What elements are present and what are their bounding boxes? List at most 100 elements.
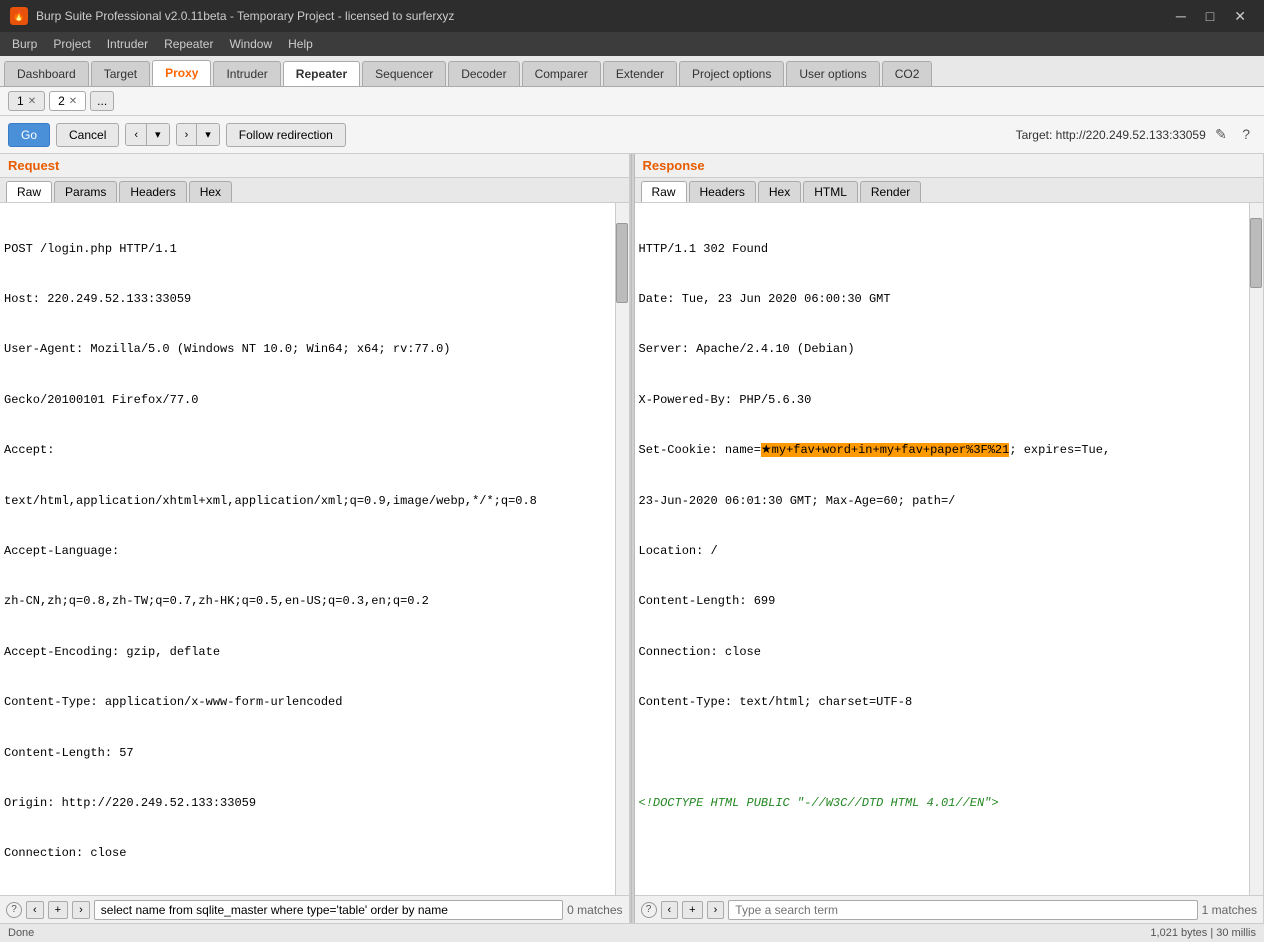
response-tab-raw[interactable]: Raw xyxy=(641,181,687,202)
cookie-highlight: ★my+fav+word+in+my+fav+paper%3F%21 xyxy=(761,443,1009,457)
request-scroll-thumb[interactable] xyxy=(616,223,628,303)
request-tab-bar: Raw Params Headers Hex xyxy=(0,178,629,203)
request-line-9: Accept-Encoding: gzip, deflate xyxy=(4,644,613,661)
response-search-next[interactable]: + xyxy=(682,901,702,919)
window-title: Burp Suite Professional v2.0.11beta - Te… xyxy=(36,9,454,23)
request-tab-params[interactable]: Params xyxy=(54,181,117,202)
response-search-prev[interactable]: ‹ xyxy=(661,901,679,919)
menu-intruder[interactable]: Intruder xyxy=(99,35,156,53)
repeater-tab-1-close[interactable]: ✕ xyxy=(28,96,36,107)
tab-sequencer[interactable]: Sequencer xyxy=(362,61,446,86)
target-help-button[interactable]: ? xyxy=(1236,122,1256,146)
request-search-forward[interactable]: › xyxy=(72,901,90,919)
back-button[interactable]: ‹ xyxy=(126,124,147,145)
menu-help[interactable]: Help xyxy=(280,35,321,53)
response-code[interactable]: HTTP/1.1 302 Found Date: Tue, 23 Jun 202… xyxy=(635,203,1264,895)
request-search-bar: ? ‹ + › 0 matches xyxy=(0,895,629,923)
response-tab-hex[interactable]: Hex xyxy=(758,181,801,202)
response-search-bar: ? ‹ + › 1 matches xyxy=(635,895,1264,923)
request-tab-raw[interactable]: Raw xyxy=(6,181,52,202)
resp-line-8: Content-Length: 699 xyxy=(639,593,1248,610)
back-nav-group: ‹ ▾ xyxy=(125,123,169,146)
tab-co2[interactable]: CO2 xyxy=(882,61,933,86)
tab-project-options[interactable]: Project options xyxy=(679,61,784,86)
resp-line-5: Set-Cookie: name=★my+fav+word+in+my+fav+… xyxy=(639,442,1248,459)
tab-dashboard[interactable]: Dashboard xyxy=(4,61,89,86)
back-dropdown-button[interactable]: ▾ xyxy=(147,124,169,145)
resp-line-4: X-Powered-By: PHP/5.6.30 xyxy=(639,392,1248,409)
request-title: Request xyxy=(0,154,629,178)
resp-line-1: HTTP/1.1 302 Found xyxy=(639,241,1248,258)
response-scrollbar[interactable] xyxy=(1249,203,1263,895)
tab-user-options[interactable]: User options xyxy=(786,61,879,86)
request-line-13: Connection: close xyxy=(4,845,613,862)
request-line-3: User-Agent: Mozilla/5.0 (Windows NT 10.0… xyxy=(4,341,613,358)
request-panel: Request Raw Params Headers Hex POST /log… xyxy=(0,154,631,923)
request-search-help-icon[interactable]: ? xyxy=(6,902,22,918)
request-search-input[interactable] xyxy=(94,900,563,920)
tab-proxy[interactable]: Proxy xyxy=(152,60,211,86)
forward-button[interactable]: › xyxy=(177,124,198,145)
response-content: HTTP/1.1 302 Found Date: Tue, 23 Jun 202… xyxy=(635,203,1264,895)
tab-extender[interactable]: Extender xyxy=(603,61,677,86)
repeater-tab-2-close[interactable]: ✕ xyxy=(69,96,77,107)
repeater-tab-bar: 1 ✕ 2 ✕ ... xyxy=(0,87,1264,116)
response-tab-render[interactable]: Render xyxy=(860,181,921,202)
forward-nav-group: › ▾ xyxy=(176,123,220,146)
tab-intruder[interactable]: Intruder xyxy=(213,61,280,86)
title-bar-left: 🔥 Burp Suite Professional v2.0.11beta - … xyxy=(10,7,454,25)
status-right: 1,021 bytes | 30 millis xyxy=(1150,927,1256,939)
request-line-12: Origin: http://220.249.52.133:33059 xyxy=(4,795,613,812)
status-left: Done xyxy=(8,927,34,939)
request-line-8: zh-CN,zh;q=0.8,zh-TW;q=0.7,zh-HK;q=0.5,e… xyxy=(4,593,613,610)
target-label-area: Target: http://220.249.52.133:33059 ✎ ? xyxy=(1016,122,1256,147)
request-code[interactable]: POST /login.php HTTP/1.1 Host: 220.249.5… xyxy=(0,203,629,895)
response-search-input[interactable] xyxy=(728,900,1197,920)
request-line-7: Accept-Language: xyxy=(4,543,613,560)
tab-target[interactable]: Target xyxy=(91,61,150,86)
maximize-button[interactable]: □ xyxy=(1198,4,1222,29)
request-content: POST /login.php HTTP/1.1 Host: 220.249.5… xyxy=(0,203,629,895)
request-search-next[interactable]: + xyxy=(48,901,68,919)
cancel-button[interactable]: Cancel xyxy=(56,123,119,147)
tab-comparer[interactable]: Comparer xyxy=(522,61,601,86)
request-line-6: text/html,application/xhtml+xml,applicat… xyxy=(4,493,613,510)
close-button[interactable]: ✕ xyxy=(1226,4,1254,29)
main-tab-bar: Dashboard Target Proxy Intruder Repeater… xyxy=(0,56,1264,87)
request-line-11: Content-Length: 57 xyxy=(4,745,613,762)
resp-line-9: Connection: close xyxy=(639,644,1248,661)
repeater-tab-2[interactable]: 2 ✕ xyxy=(49,91,86,111)
tab-decoder[interactable]: Decoder xyxy=(448,61,519,86)
window-controls[interactable]: ─ □ ✕ xyxy=(1168,4,1254,29)
go-button[interactable]: Go xyxy=(8,123,50,147)
request-tab-hex[interactable]: Hex xyxy=(189,181,232,202)
menu-project[interactable]: Project xyxy=(45,35,98,53)
edit-target-button[interactable]: ✎ xyxy=(1209,122,1233,147)
title-bar: 🔥 Burp Suite Professional v2.0.11beta - … xyxy=(0,0,1264,32)
response-search-forward[interactable]: › xyxy=(707,901,725,919)
menu-burp[interactable]: Burp xyxy=(4,35,45,53)
menu-window[interactable]: Window xyxy=(221,35,280,53)
request-line-4: Gecko/20100101 Firefox/77.0 xyxy=(4,392,613,409)
repeater-tab-2-label: 2 xyxy=(58,94,65,108)
repeater-tab-more[interactable]: ... xyxy=(90,91,114,111)
menu-repeater[interactable]: Repeater xyxy=(156,35,221,53)
response-tab-html[interactable]: HTML xyxy=(803,181,858,202)
resp-blank-1 xyxy=(639,745,1248,762)
request-scrollbar[interactable] xyxy=(615,203,629,895)
repeater-tab-1[interactable]: 1 ✕ xyxy=(8,91,45,111)
tab-repeater[interactable]: Repeater xyxy=(283,61,360,86)
minimize-button[interactable]: ─ xyxy=(1168,4,1194,29)
resp-line-6: 23-Jun-2020 06:01:30 GMT; Max-Age=60; pa… xyxy=(639,493,1248,510)
request-line-2: Host: 220.249.52.133:33059 xyxy=(4,291,613,308)
response-scroll-thumb[interactable] xyxy=(1250,218,1262,288)
request-tab-headers[interactable]: Headers xyxy=(119,181,186,202)
follow-redirect-button[interactable]: Follow redirection xyxy=(226,123,346,147)
response-tab-headers[interactable]: Headers xyxy=(689,181,756,202)
request-line-1: POST /login.php HTTP/1.1 xyxy=(4,241,613,258)
resp-line-3: Server: Apache/2.4.10 (Debian) xyxy=(639,341,1248,358)
request-search-prev[interactable]: ‹ xyxy=(26,901,44,919)
forward-dropdown-button[interactable]: ▾ xyxy=(197,124,219,145)
request-line-5: Accept: xyxy=(4,442,613,459)
response-search-help-icon[interactable]: ? xyxy=(641,902,657,918)
